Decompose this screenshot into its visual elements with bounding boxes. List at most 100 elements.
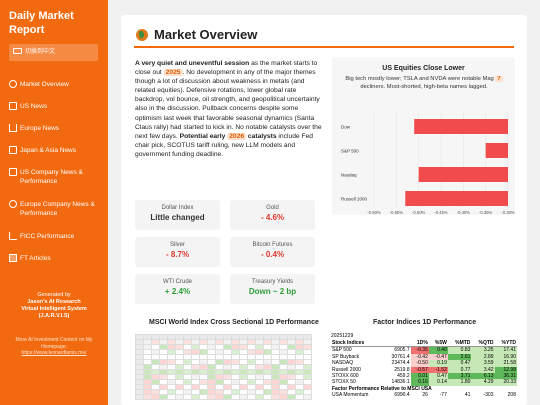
- card-treasury-yields: Treasury Yields Down ~ 2 bp: [230, 274, 315, 304]
- footer-line: (J.A.R.V.I.S): [38, 313, 70, 319]
- bar: [414, 119, 508, 134]
- news-icon: [9, 102, 17, 110]
- x-tick-label: -0.55%: [390, 210, 404, 215]
- sidebar-item-japan-asia-news[interactable]: Japan & Asia News: [9, 146, 105, 155]
- factor-table: 20251229 Stock Indices 1D% %5W %MTD %QTD…: [331, 333, 517, 405]
- table-cell: S&P 500: [332, 347, 352, 354]
- sidebar-item-europe-company-news[interactable]: Europe Company News & Performance: [9, 200, 105, 218]
- card-gold: Gold - 4.6%: [230, 200, 315, 230]
- factor-table-body: S&P 500 6905.7 -0.35 0.40 0.83 3.25 17.41 SP Bu…: [331, 346, 517, 386]
- card-value: - 4.6%: [260, 213, 285, 222]
- title-divider: [134, 46, 514, 48]
- year-badge: 2025: [163, 69, 183, 77]
- heatmap-cell: [159, 394, 168, 400]
- heatmap-cell: [151, 394, 160, 400]
- footer-line: Generated by: [37, 292, 71, 298]
- table-cell: 41: [464, 392, 471, 399]
- bar: [485, 143, 508, 158]
- overview-paragraph: A very quiet and uneventful session as t…: [135, 59, 323, 159]
- building-icon: [9, 146, 17, 154]
- sidebar-homepage-note: More AI Investment Content on My Homepag…: [4, 337, 104, 357]
- table-cell: 0.83: [447, 346, 472, 354]
- table-cell: 0.40: [428, 346, 448, 354]
- category-label: Nasdaq: [341, 173, 357, 178]
- language-icon: [13, 48, 22, 54]
- sidebar-item-ficc-performance[interactable]: FICC Performance: [9, 232, 105, 241]
- card-value: - 0.4%: [260, 250, 285, 259]
- table-row: USA Momentum 6990.4 26 -77 41 -303 208: [331, 392, 517, 398]
- category-label: Russell 2000: [341, 197, 368, 202]
- x-tick-label: -0.30%: [501, 210, 515, 215]
- heatmap-cell: [303, 394, 312, 400]
- heatmap-cell: [263, 394, 272, 400]
- column-header: Stock Indices: [331, 340, 384, 348]
- para-strong: catalysts: [246, 132, 277, 140]
- heatmap-table: [135, 334, 312, 400]
- column-header: %MTD: [447, 340, 472, 348]
- sidebar-item-us-company-news[interactable]: US Company News & Performance: [9, 168, 105, 186]
- table-cell: -77: [439, 392, 447, 399]
- bar: [418, 167, 508, 182]
- footer-line: Virtual Intelligent System: [21, 306, 87, 312]
- globe-icon: [136, 28, 148, 41]
- heatmap-cell: [223, 394, 232, 400]
- sidebar-item-market-overview[interactable]: Market Overview: [9, 80, 105, 89]
- chart-svg: -0.60% -0.55% -0.50% -0.45% -0.40% -0.35% -0.3…: [341, 111, 515, 215]
- table-cell: 17.41: [494, 346, 517, 354]
- homepage-link[interactable]: https://www.leonardlamis.me/: [4, 350, 104, 357]
- table-cell: USA Momentum: [332, 392, 369, 399]
- card-value: Little changed: [150, 213, 205, 222]
- heatmap-cell: [239, 394, 248, 400]
- sidebar-item-label: Europe Company News & Performance: [20, 201, 95, 217]
- heatmap-cell: [207, 394, 216, 400]
- language-toggle-button[interactable]: 切換到中文: [9, 44, 98, 61]
- x-tick-label: -0.50%: [412, 210, 426, 215]
- table-cell: 3.25: [471, 346, 495, 354]
- category-label: Dow: [341, 125, 351, 130]
- heatmap-cell: [183, 394, 192, 400]
- image-icon: [9, 254, 17, 262]
- bar: [405, 191, 508, 206]
- card-bitcoin-futures: Bitcoin Futures - 0.4%: [230, 237, 315, 267]
- heatmap-cell: [167, 394, 176, 400]
- heatmap-cell: [295, 394, 304, 400]
- page-title: Market Overview: [136, 27, 257, 42]
- chart-icon: [9, 232, 17, 240]
- table-header-row: Stock Indices 1D% %5W %MTD %QTD %YTD: [331, 340, 517, 348]
- category-label: S&P 500: [341, 149, 359, 154]
- column-header: %5W: [428, 340, 448, 348]
- heatmap-cell: [215, 394, 224, 400]
- heatmap-cell: [255, 394, 264, 400]
- sidebar-item-ft-articles[interactable]: FT Articles: [9, 254, 105, 263]
- para-strong: Potential early: [179, 132, 228, 140]
- card-value: Down ~ 2 bp: [248, 287, 297, 296]
- column-header: %YTD: [494, 340, 517, 348]
- x-tick-label: -0.45%: [434, 210, 448, 215]
- x-tick-label: -0.40%: [457, 210, 471, 215]
- column-header: 1D%: [410, 340, 429, 348]
- language-toggle-label: 切換到中文: [25, 49, 56, 55]
- x-tick-label: -0.35%: [479, 210, 493, 215]
- table-cell: -303: [483, 392, 494, 399]
- factor-table-title: Factor Indices 1D Performance: [373, 319, 477, 326]
- card-label: Gold: [266, 205, 279, 211]
- heatmap-cell: [199, 394, 208, 400]
- column-header: %QTD: [471, 340, 495, 348]
- table-cell: 208: [507, 392, 516, 399]
- heatmap-cell: [175, 394, 184, 400]
- table-cell: 6990.4: [394, 392, 410, 399]
- footer-line: Jason's AI Research: [27, 299, 81, 305]
- sidebar-item-us-news[interactable]: US News: [9, 102, 105, 111]
- us-equities-chart: US Equities Close Lower Big tech mostly …: [332, 57, 515, 215]
- card-silver: Silver - 8.7%: [135, 237, 220, 267]
- heatmap-cell: [279, 394, 288, 400]
- table-cell: 6905.7: [394, 347, 410, 354]
- year-badge: 2026: [227, 132, 247, 140]
- sidebar-item-label: Japan & Asia News: [20, 147, 77, 154]
- table-row: S&P 500 6905.7 -0.35 0.40 0.83 3.25 17.41: [331, 346, 517, 354]
- page-title-text: Market Overview: [154, 27, 258, 42]
- heatmap-cell: [135, 394, 144, 400]
- sidebar-item-label: US Company News & Performance: [20, 169, 83, 185]
- heatmap-cell: [287, 394, 296, 400]
- sidebar-item-europe-news[interactable]: Europe News: [9, 124, 105, 133]
